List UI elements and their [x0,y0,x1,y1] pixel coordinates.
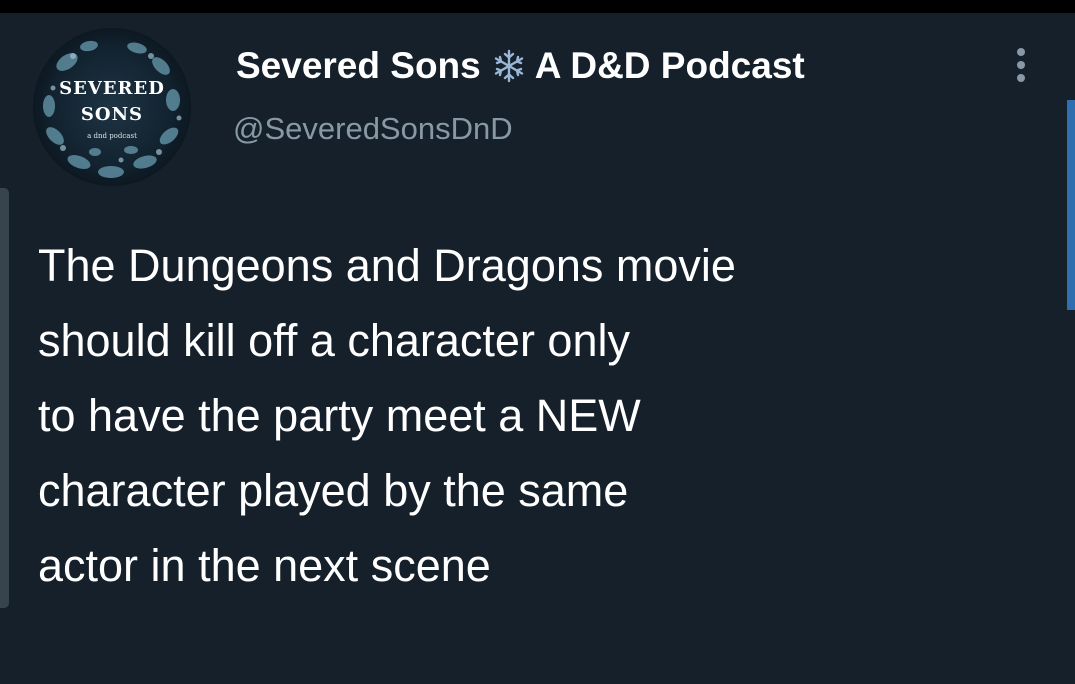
more-dot [1017,74,1025,82]
more-dot [1017,61,1025,69]
more-dot [1017,48,1025,56]
author-name-text: Severed Sons [236,45,481,86]
avatar-title: SEVERED [59,78,165,99]
scroll-rail [0,188,9,608]
tweet-text-line: character played by the same [38,465,629,516]
more-options-button[interactable] [1006,40,1036,90]
avatar-tagline: a dnd podcast [87,132,137,140]
tweet-text-line: The Dungeons and Dragons movie [38,240,736,291]
tweet-text-line: should kill off a character only [38,315,630,366]
tweet-text-line: actor in the next scene [38,540,491,591]
snowflake-icon [491,48,527,84]
tweet-text-line: to have the party meet a NEW [38,390,641,441]
tweet-text: The Dungeons and Dragons movie should ki… [38,228,1058,603]
author-name[interactable]: Severed Sons A D&D Podcast [236,41,805,91]
avatar[interactable]: SEVERED SONS a dnd podcast [33,28,191,186]
author-handle[interactable]: @SeveredSonsDnD [233,111,513,147]
scrollbar-thumb[interactable] [1067,100,1075,310]
author-name-suffix: A D&D Podcast [534,45,805,86]
tweet-card[interactable]: SEVERED SONS a dnd podcast Severed Sons [0,13,1075,684]
avatar-subtitle: SONS [81,104,143,125]
